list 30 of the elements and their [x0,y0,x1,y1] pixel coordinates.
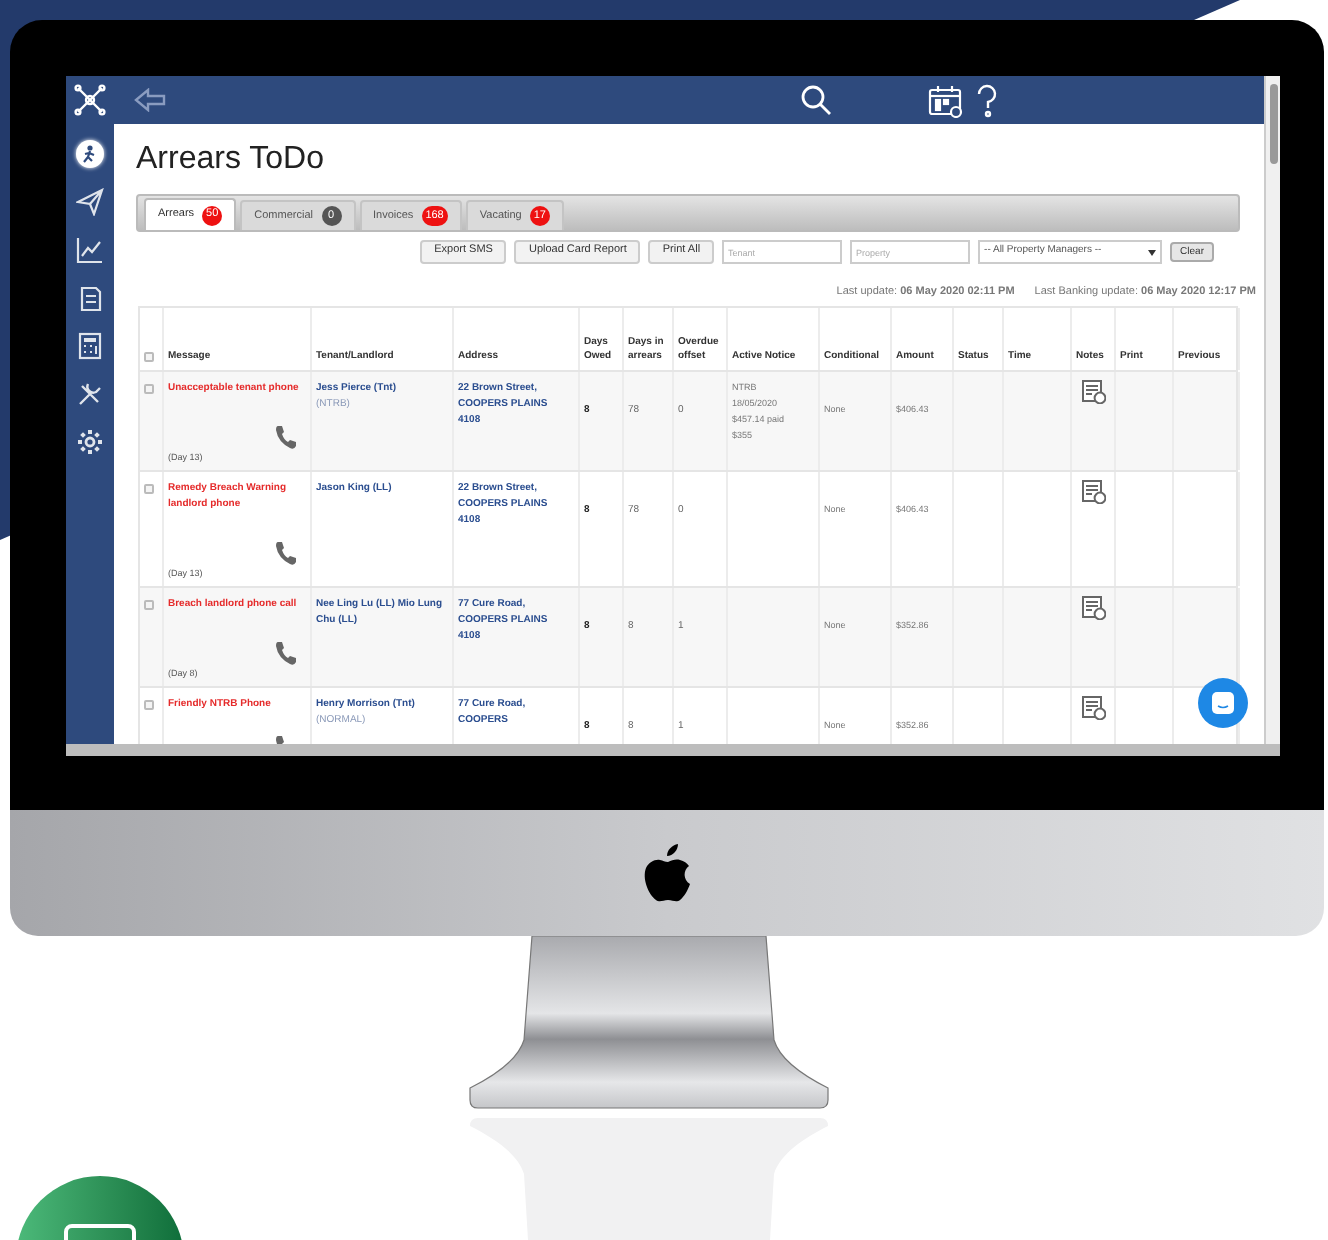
help-icon[interactable] [976,83,998,117]
paper-plane-icon[interactable] [76,188,104,216]
gear-icon[interactable] [76,428,104,456]
notes-icon[interactable] [1081,696,1105,721]
phone-icon[interactable] [274,540,298,567]
horizontal-scrollbar[interactable] [66,744,1280,756]
network-icon[interactable] [74,84,106,116]
notes-icon[interactable] [1081,380,1105,405]
vertical-scrollbar[interactable] [1264,76,1280,744]
phone-icon[interactable] [274,640,298,667]
checkbox[interactable] [144,484,154,495]
back-arrow-icon[interactable] [134,88,166,112]
checkbox[interactable] [144,352,154,363]
tools-icon[interactable] [76,380,104,408]
checkbox[interactable] [144,700,154,711]
page-title: Arrears ToDo [136,140,324,180]
calendar-icon[interactable] [928,83,964,117]
document-icon[interactable] [76,284,104,312]
line-chart-icon[interactable] [76,236,104,264]
notes-icon[interactable] [1081,480,1105,505]
calculator-icon[interactable] [76,332,104,360]
checkbox[interactable] [144,384,154,395]
dropdown-caret-icon [1148,249,1157,255]
notes-icon[interactable] [1081,596,1105,621]
phone-icon[interactable] [274,424,298,451]
chat-icon [1212,692,1234,714]
running-person-icon[interactable] [76,140,104,168]
checkbox[interactable] [144,600,154,611]
search-icon[interactable] [800,84,832,116]
apple-icon [639,839,695,907]
